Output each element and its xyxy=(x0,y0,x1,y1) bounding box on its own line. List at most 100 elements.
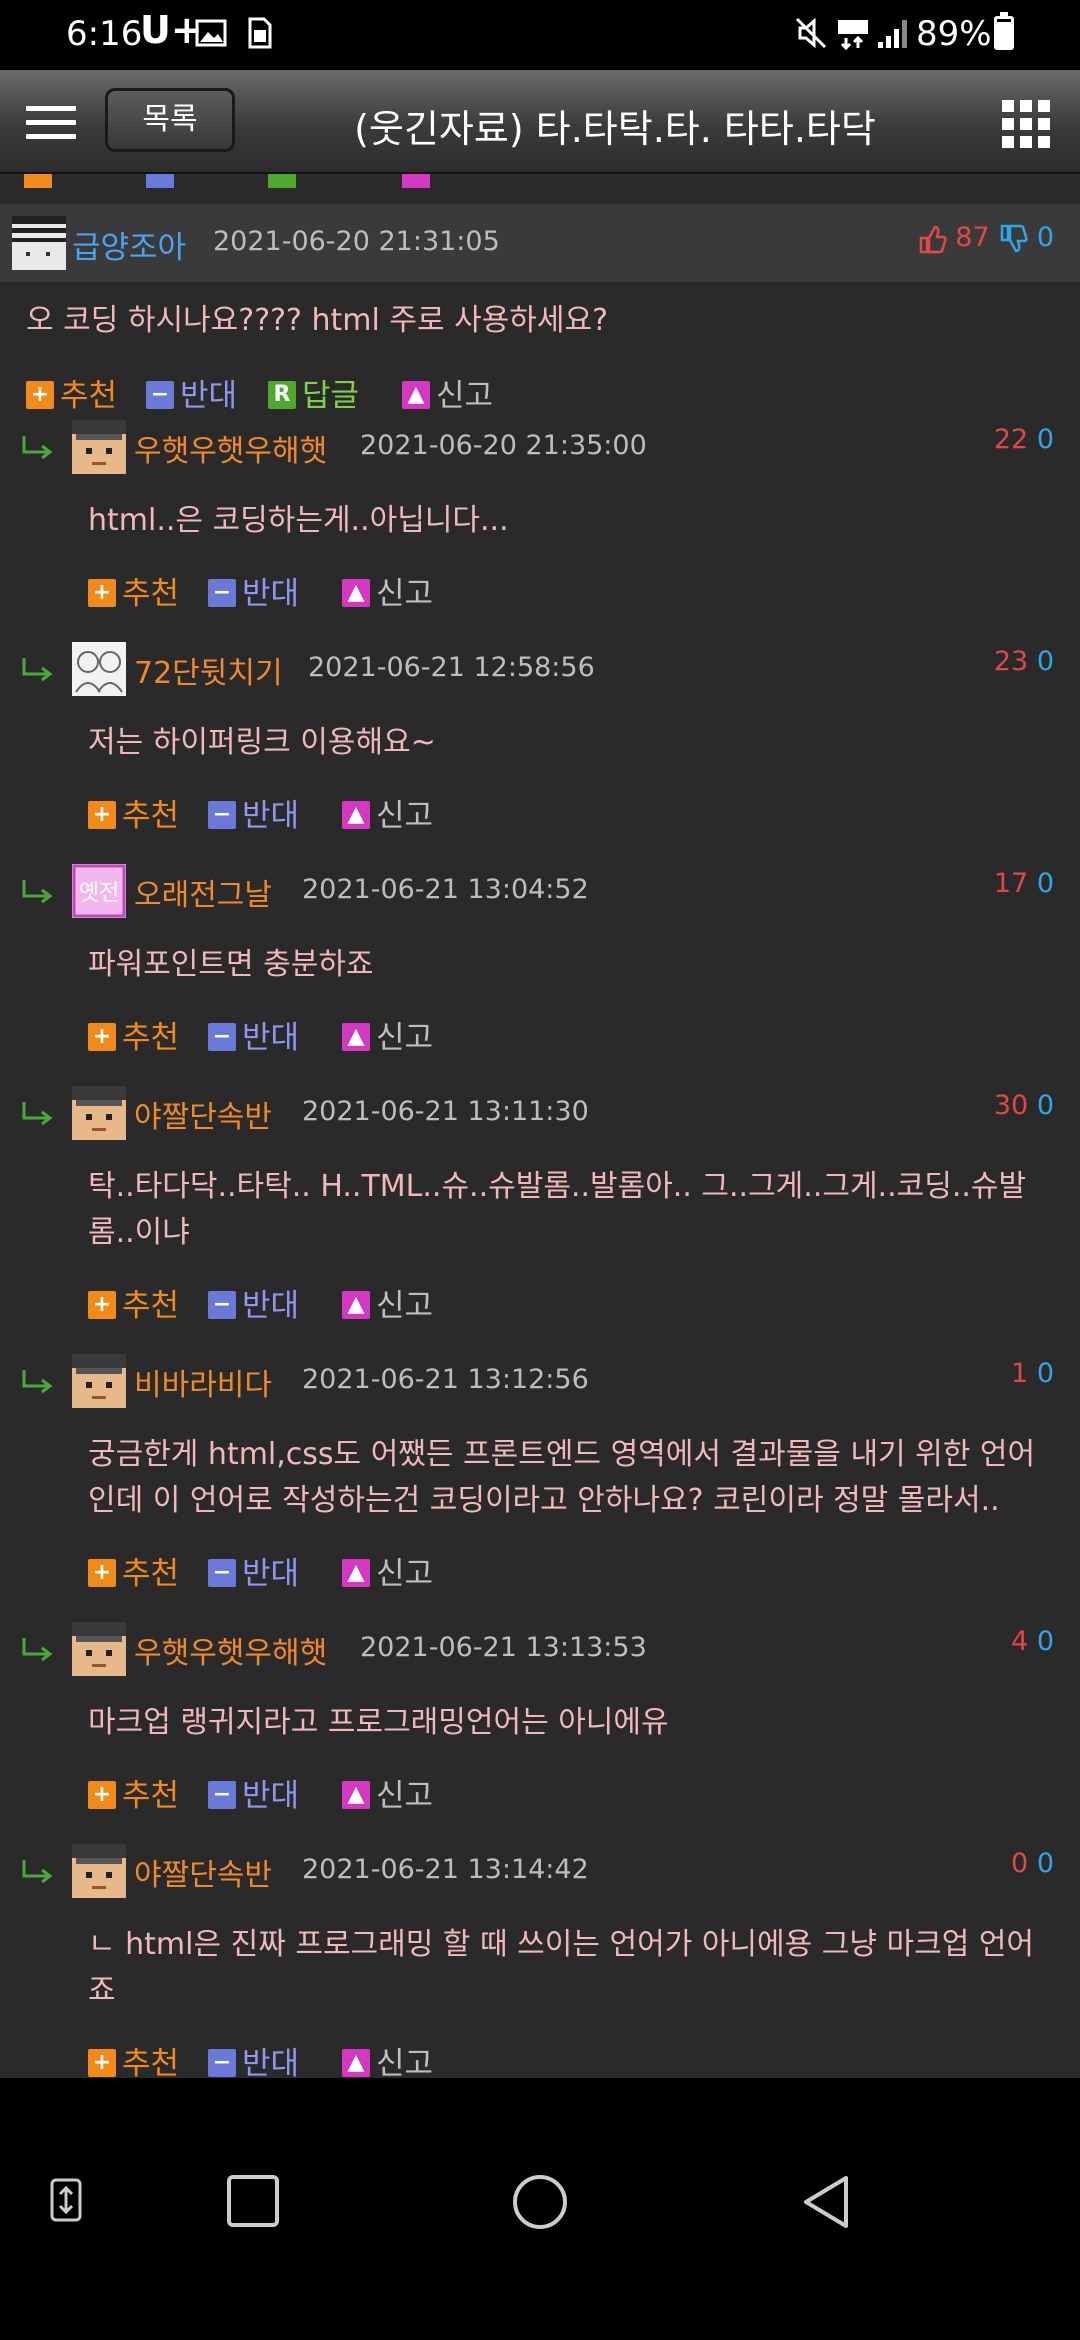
rotate-icon[interactable] xyxy=(48,2176,84,2224)
reply-text-line: ㄴ html은 진짜 프로그래밍 할 때 쓰이는 언어가 아니에용 그냥 마크업… xyxy=(88,1927,1035,1962)
report-button[interactable]: ▲ 신고 xyxy=(342,2038,433,2078)
reply-downvote-count: 0 xyxy=(1036,1090,1054,1121)
status-bar: 6:16 U+ 89% xyxy=(0,0,1080,70)
report-button[interactable]: ▲ 신고 xyxy=(342,1012,433,1057)
avatar xyxy=(72,642,126,696)
reply-button[interactable]: R 답글 xyxy=(268,370,359,415)
recommend-button[interactable]: + 추천 xyxy=(88,790,179,835)
reply-downvote-count: 0 xyxy=(1036,646,1054,677)
oppose-button[interactable]: − 반대 xyxy=(146,370,237,415)
reply-author-nick[interactable]: 72단뒷치기 xyxy=(134,648,283,692)
reply-upvote-count: 22 xyxy=(993,424,1029,455)
report-button[interactable]: ▲ 신고 xyxy=(342,1280,433,1325)
reply-upvote-count: 23 xyxy=(993,646,1029,677)
reply-upvote-count: 0 xyxy=(1011,1848,1029,1879)
battery-percent: 89% xyxy=(916,14,992,54)
page-title: (웃긴자료) 타.타탁.타. 타타.타닥 xyxy=(354,107,876,151)
oppose-button[interactable]: − 반대 xyxy=(208,1012,299,1057)
reply-upvote-count: 1 xyxy=(1011,1358,1029,1389)
reply-text: html..은 코딩하는게..아닙니다... xyxy=(88,503,509,538)
lte-icon xyxy=(838,20,868,50)
reply-date: 2021-06-21 13:04:52 xyxy=(302,874,589,905)
reply-item: 야짤단속반 2021-06-21 13:14:42 0 0 ㄴ html은 진짜 프로… xyxy=(0,1844,1080,2078)
oppose-button[interactable]: − 반대 xyxy=(208,2038,299,2078)
reply-author-nick[interactable]: 야짤단속반 xyxy=(134,1850,272,1894)
reply-downvote-count: 0 xyxy=(1036,1358,1054,1389)
reply-arrow-icon xyxy=(22,436,53,460)
reply-text-line: 탁..타다닥..타탁.. H..TML..슈..슈발롬..발롬아.. 그..그게… xyxy=(88,1169,1027,1204)
oppose-button[interactable]: − 반대 xyxy=(208,790,299,835)
reply-vote-counts: 23 0 xyxy=(994,646,1054,677)
reply-downvote-count: 0 xyxy=(1036,1848,1054,1879)
report-button[interactable]: ▲ 신고 xyxy=(342,790,433,835)
reply-item: 옛전 오래전그날 2021-06-21 13:04:52 17 0 파워포인트면 충분하… xyxy=(0,864,1080,1084)
status-time: 6:16 xyxy=(66,14,143,54)
reply-author-nick[interactable]: 우햇우햇우해햇 xyxy=(134,426,327,470)
reply-author-nick[interactable]: 비바라비다 xyxy=(134,1360,272,1404)
system-nav-bar xyxy=(0,2078,1080,2340)
avatar xyxy=(72,1086,126,1140)
report-button[interactable]: ▲ 신고 xyxy=(342,1770,433,1815)
grid-menu-icon[interactable] xyxy=(1002,100,1050,148)
reply-actions: + 추천 − 반대 ▲ 신고 xyxy=(88,1280,488,1324)
avatar xyxy=(72,1844,126,1898)
reply-downvote-count: 0 xyxy=(1036,868,1054,899)
oppose-button[interactable]: − 반대 xyxy=(208,1770,299,1815)
reply-upvote-count: 4 xyxy=(1011,1626,1029,1657)
main-comment-header: 급양조아 2021-06-20 21:31:05 87 0 xyxy=(0,204,1080,282)
oppose-button[interactable]: − 반대 xyxy=(208,568,299,613)
reply-date: 2021-06-20 21:35:00 xyxy=(360,430,647,461)
recommend-button[interactable]: + 추천 xyxy=(88,568,179,613)
oppose-button[interactable]: − 반대 xyxy=(208,1280,299,1325)
mute-icon xyxy=(795,17,827,49)
recommend-button[interactable]: + 추천 xyxy=(88,1548,179,1593)
reply-text-line: 인데 이 언어로 작성하는건 코딩이라고 안하나요? 코린이라 정말 몰라서.. xyxy=(88,1483,1000,1518)
reply-text: 마크업 랭귀지라고 프로그래밍언어는 아니에유 xyxy=(88,1705,669,1740)
comment-text: 오 코딩 하시나요???? html 주로 사용하세요? xyxy=(26,303,609,338)
comment-list: 급양조아 2021-06-20 21:31:05 87 0 오 코딩 하시나요?… xyxy=(0,174,1080,2078)
menu-icon[interactable] xyxy=(26,106,76,140)
list-button[interactable]: 목록 xyxy=(105,88,235,152)
comment-actions: + 추천 − 반대 R 답글 ▲ 신고 xyxy=(26,370,546,414)
previous-actions-peek xyxy=(24,174,524,188)
reply-item: 비바라비다 2021-06-21 13:12:56 1 0 궁금한게 html,css… xyxy=(0,1354,1080,1592)
avatar: 옛전 xyxy=(72,864,126,918)
avatar xyxy=(72,1622,126,1676)
reply-upvote-count: 30 xyxy=(993,1090,1029,1121)
recommend-button[interactable]: + 추천 xyxy=(88,2038,179,2078)
reply-arrow-icon xyxy=(22,658,53,682)
avatar xyxy=(12,216,66,270)
reply-author-nick[interactable]: 우햇우햇우해햇 xyxy=(134,1628,327,1672)
reply-date: 2021-06-21 13:11:30 xyxy=(302,1096,589,1127)
vote-counts: 87 0 xyxy=(917,222,1054,254)
reply-arrow-icon xyxy=(22,1638,53,1662)
report-button[interactable]: ▲ 신고 xyxy=(402,370,493,415)
avatar xyxy=(72,420,126,474)
thumbs-up-icon xyxy=(919,225,947,253)
recents-icon[interactable] xyxy=(226,2174,280,2228)
reply-text-line: 궁금한게 html,css도 어쨌든 프론트엔드 영역에서 결과물을 내기 위한… xyxy=(88,1437,1036,1472)
report-button[interactable]: ▲ 신고 xyxy=(342,1548,433,1593)
reply-text: 파워포인트면 충분하죠 xyxy=(88,947,374,982)
recommend-button[interactable]: + 추천 xyxy=(88,1280,179,1325)
reply-vote-counts: 30 0 xyxy=(994,1090,1054,1121)
oppose-button[interactable]: − 반대 xyxy=(208,1548,299,1593)
back-icon[interactable] xyxy=(800,2174,852,2230)
signal-icon xyxy=(878,20,907,48)
author-nick[interactable]: 급양조아 xyxy=(72,222,186,267)
recommend-button[interactable]: + 추천 xyxy=(88,1770,179,1815)
comment-date: 2021-06-20 21:31:05 xyxy=(213,226,500,257)
recommend-button[interactable]: + 추천 xyxy=(88,1012,179,1057)
home-icon[interactable] xyxy=(512,2174,568,2230)
reply-author-nick[interactable]: 오래전그날 xyxy=(134,870,272,914)
reply-actions: + 추천 − 반대 ▲ 신고 xyxy=(88,1012,488,1056)
battery-icon xyxy=(994,12,1014,50)
reply-item: 야짤단속반 2021-06-21 13:11:30 30 0 탁..타다닥..타탁..… xyxy=(0,1086,1080,1324)
recommend-button[interactable]: + 추천 xyxy=(26,370,117,415)
avatar xyxy=(72,1354,126,1408)
reply-vote-counts: 17 0 xyxy=(994,868,1054,899)
avatar-text: 옛전 xyxy=(79,881,119,906)
reply-author-nick[interactable]: 야짤단속반 xyxy=(134,1092,272,1136)
image-icon xyxy=(195,19,227,47)
report-button[interactable]: ▲ 신고 xyxy=(342,568,433,613)
